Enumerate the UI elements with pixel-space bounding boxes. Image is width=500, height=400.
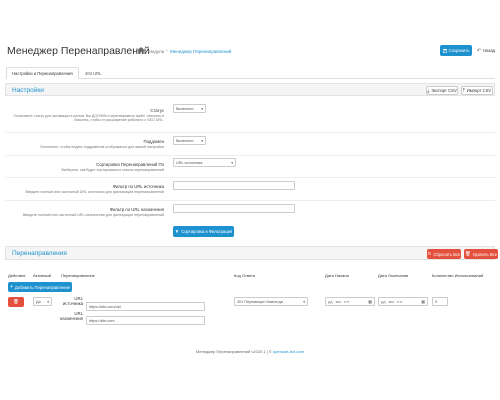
filter-to-label: Фильтр по URL назначения — [109, 207, 164, 212]
reset-all-button[interactable]: ↻ Сбросить Все — [427, 249, 461, 259]
settings-panel-title: Настройки — [12, 86, 44, 94]
filter-from-label: Фильтр по URL источника — [112, 184, 164, 189]
column-header-action: Действие — [8, 273, 26, 278]
usage-count-value: 0 — [435, 299, 438, 304]
divider — [5, 177, 495, 178]
delete-row-button[interactable]: 🗑 — [8, 297, 24, 307]
reset-all-label: Сбросить Все — [433, 251, 461, 257]
to-url-label: URL назначения — [59, 311, 83, 321]
refresh-icon: ↻ — [427, 251, 432, 256]
redirects-panel-title: Перенаправления — [12, 250, 67, 257]
chevron-down-icon: ▾ — [231, 160, 233, 165]
response-code-select[interactable]: 301 Перемещен Навсегда ▾ — [234, 297, 308, 306]
divider — [5, 200, 495, 201]
tab-404-urls[interactable]: 404 URL — [80, 67, 107, 79]
breadcrumb-separator: › — [166, 48, 168, 54]
from-url-input[interactable]: https://site.com/old — [86, 302, 205, 311]
column-header-active: Активный — [33, 273, 51, 278]
subdomain-help: Отключите, чтобы индекс поддоменов отобр… — [39, 145, 164, 149]
sort-filter-label: Сортировка и Фильтрация — [181, 229, 233, 234]
export-csv-label: Экспорт CSV — [431, 87, 457, 93]
import-csv-button[interactable]: ⤒ Импорт CSV — [461, 85, 493, 95]
date-start-value: дд . мм . гггг — [328, 299, 350, 304]
upload-icon: ⤒ — [462, 87, 465, 93]
subdomain-value: Включено — [176, 138, 194, 143]
filter-icon: ▼ — [174, 229, 180, 234]
active-select[interactable]: Да ▾ — [33, 297, 52, 306]
column-header-date-end: Дата Окончания — [378, 273, 409, 278]
reply-icon: ↶ — [476, 47, 482, 54]
chevron-down-icon: ▾ — [47, 299, 49, 304]
breadcrumb-modules[interactable]: Модули — [148, 49, 164, 54]
date-end-input[interactable]: дд . мм . гггг ▦ — [378, 297, 428, 306]
column-header-redirect: Перенаправление — [61, 273, 95, 278]
active-value: Да — [36, 299, 41, 304]
from-url-value: https://site.com/old — [89, 304, 121, 309]
add-redirect-button[interactable]: + Добавить Перенаправление — [8, 282, 72, 292]
response-code-value: 301 Перемещен Навсегда — [237, 299, 283, 304]
trash-icon: 🗑 — [13, 299, 19, 304]
delete-all-button[interactable]: 🗑 Удалить Все — [464, 249, 498, 259]
breadcrumb-separator: › — [144, 48, 147, 54]
save-label: Сохранить — [448, 48, 470, 53]
tab-label: Настройки и Перенаправления — [12, 70, 73, 76]
chevron-down-icon: ▾ — [201, 106, 203, 111]
save-icon — [442, 48, 447, 53]
date-start-input[interactable]: дд . мм . гггг ▦ — [325, 297, 375, 306]
sort-help: Выберите, как будет сортироваться список… — [61, 168, 164, 172]
page-title: Менеджер Перенаправлений — [7, 45, 150, 57]
filter-from-input[interactable] — [173, 181, 295, 190]
filter-to-help: Введите полный или частичный URL назначе… — [23, 213, 164, 217]
subdomain-label: Поддомен — [143, 139, 164, 144]
column-header-date-start: Дата Начала — [325, 273, 349, 278]
footer: Менеджер Перенаправлений v2020.1 | © ope… — [0, 349, 500, 354]
save-button[interactable]: Сохранить — [440, 45, 472, 56]
footer-link[interactable]: opencart-bot.com — [273, 349, 304, 354]
sort-value: URL источника — [176, 160, 203, 165]
column-header-usage-count: Количество Использований — [432, 273, 484, 278]
plus-icon: + — [9, 284, 13, 290]
from-url-label: URL источника — [62, 296, 83, 306]
back-button[interactable]: ↶ Назад — [475, 45, 497, 56]
import-csv-label: Импорт CSV — [466, 87, 492, 93]
chevron-down-icon: ▾ — [201, 138, 203, 143]
status-help: Установите статус для активации в целом.… — [13, 114, 164, 123]
filter-from-help: Введите полный или частичный URL источни… — [25, 190, 165, 194]
trash-icon: 🗑 — [464, 251, 471, 256]
export-csv-button[interactable]: ⤓ Экспорт CSV — [426, 85, 458, 95]
subdomain-select[interactable]: Включено ▾ — [173, 136, 206, 145]
add-redirect-label: Добавить Перенаправление — [14, 284, 71, 290]
date-end-value: дд . мм . гггг — [381, 299, 403, 304]
delete-all-label: Удалить Все — [472, 251, 498, 257]
to-url-value: https://site.com — [89, 318, 115, 323]
tab-settings-redirects[interactable]: Настройки и Перенаправления — [6, 67, 79, 79]
usage-count-input[interactable]: 0 — [432, 297, 448, 306]
filter-to-input[interactable] — [173, 204, 295, 213]
calendar-icon[interactable]: ▦ — [368, 299, 372, 304]
sort-select[interactable]: URL источника ▾ — [173, 158, 236, 167]
status-select[interactable]: Включено ▾ — [173, 104, 206, 113]
footer-text: Менеджер Перенаправлений v2020.1 | © — [195, 349, 272, 354]
download-icon: ⤓ — [427, 87, 430, 93]
column-header-response-code: Код Ответа — [234, 273, 256, 278]
status-value: Включено — [176, 106, 194, 111]
calendar-icon[interactable]: ▦ — [421, 299, 425, 304]
sort-filter-button[interactable]: ▼ Сортировка и Фильтрация — [173, 226, 234, 237]
chevron-down-icon: ▾ — [303, 299, 305, 304]
sort-label: Сортировка Перенаправлений По — [96, 162, 164, 167]
to-url-input[interactable]: https://site.com — [86, 316, 205, 325]
tab-label: 404 URL — [85, 70, 102, 76]
breadcrumb-current[interactable]: Менеджер Перенаправлений — [170, 49, 231, 54]
settings-panel-heading: Настройки ⤓ Экспорт CSV ⤒ Импорт CSV — [5, 83, 495, 96]
redirects-panel-heading: Перенаправления ↻ Сбросить Все 🗑 Удалить… — [5, 246, 498, 260]
back-label: Назад — [483, 48, 496, 53]
divider — [5, 132, 495, 133]
status-label: Статус — [150, 108, 164, 113]
divider — [5, 155, 495, 156]
